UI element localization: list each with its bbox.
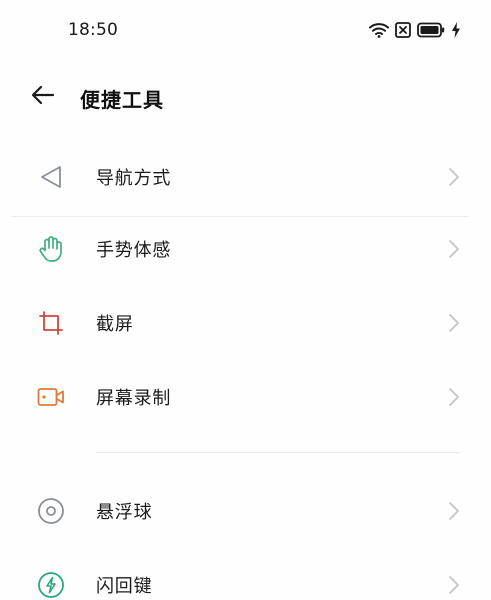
list-item-screen-record[interactable]: 屏幕录制 (0, 360, 491, 432)
settings-screen: 18:50 便捷工具 导航方式 手势体感 截屏 屏幕录制 悬浮球 闪回键 (0, 0, 491, 600)
floating-ball-icon (36, 496, 66, 526)
status-time: 18:50 (68, 20, 118, 40)
chevron-right-icon (447, 239, 461, 259)
crop-icon (36, 308, 66, 338)
list-item-label: 闪回键 (96, 576, 153, 597)
chevron-right-icon (447, 313, 461, 333)
header: 便捷工具 (0, 72, 491, 122)
wifi-icon (369, 22, 389, 38)
list-item-label: 悬浮球 (96, 502, 153, 523)
page-title: 便捷工具 (80, 88, 164, 112)
charging-icon (451, 22, 461, 38)
flash-back-icon (36, 570, 66, 600)
chevron-right-icon (447, 575, 461, 595)
chevron-right-icon (447, 167, 461, 187)
navigation-icon (36, 162, 66, 192)
chevron-right-icon (447, 387, 461, 407)
list-item-navigation[interactable]: 导航方式 (0, 140, 491, 212)
back-button[interactable] (26, 80, 60, 114)
hand-gesture-icon (36, 234, 66, 264)
list-item-label: 截屏 (96, 314, 134, 335)
divider (96, 452, 460, 453)
list-item-label: 手势体感 (96, 240, 172, 261)
video-record-icon (36, 382, 66, 412)
list-item-label: 导航方式 (96, 168, 172, 189)
sim-off-icon (395, 22, 411, 38)
arrow-left-icon (31, 85, 55, 109)
list-item-gesture[interactable]: 手势体感 (0, 212, 491, 284)
battery-icon (417, 22, 445, 38)
list-item-screenshot[interactable]: 截屏 (0, 286, 491, 358)
status-bar: 18:50 (0, 0, 491, 62)
list-item-label: 屏幕录制 (96, 388, 172, 409)
status-icons (369, 22, 461, 38)
chevron-right-icon (447, 501, 461, 521)
list-item-floating-ball[interactable]: 悬浮球 (0, 474, 491, 546)
list-item-flash-back[interactable]: 闪回键 (0, 548, 491, 600)
